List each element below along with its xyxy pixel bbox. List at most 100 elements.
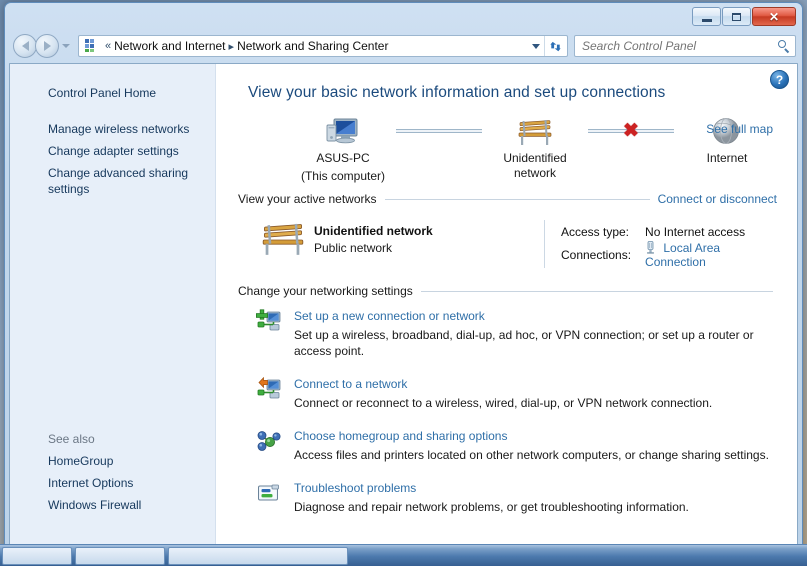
setting-item-body: Choose homegroup and sharing options Acc… (294, 427, 781, 463)
breadcrumb-item-network-and-internet[interactable]: Network and Internet (114, 39, 225, 53)
active-network-text: Unidentified network Public network (314, 218, 433, 255)
access-type-value: No Internet access (645, 225, 746, 239)
back-arrow-icon (21, 41, 29, 51)
taskbar-button[interactable] (75, 546, 165, 565)
see-full-map-link[interactable]: See full map (706, 122, 773, 136)
setting-item-title[interactable]: Set up a new connection or network (294, 308, 485, 324)
window-body: Control Panel Home Manage wireless netwo… (9, 63, 798, 556)
map-link-network-to-internet: ✖ (588, 114, 674, 148)
sidebar-item-internet-options[interactable]: Internet Options (10, 472, 215, 494)
recent-pages-chevron-down-icon[interactable] (62, 44, 70, 48)
active-networks-header: View your active networks Connect or dis… (238, 192, 781, 206)
networking-settings-header: Change your networking settings (238, 284, 781, 298)
sidebar-item-windows-firewall[interactable]: Windows Firewall (10, 494, 215, 516)
setting-item-homegroup-sharing[interactable]: Choose homegroup and sharing options Acc… (256, 427, 781, 463)
connection-line-icon (396, 129, 482, 133)
taskbar (0, 544, 807, 566)
setting-item-body: Connect to a network Connect or reconnec… (294, 375, 781, 411)
chevron-down-icon (532, 43, 540, 49)
connect-or-disconnect-link[interactable]: Connect or disconnect (658, 192, 781, 206)
access-type-label: Access type: (560, 225, 630, 239)
setting-item-title[interactable]: Choose homegroup and sharing options (294, 428, 507, 444)
setting-item-body: Troubleshoot problems Diagnose and repai… (294, 479, 781, 515)
taskbar-button[interactable] (2, 546, 72, 565)
active-network-name: Unidentified network (314, 224, 433, 238)
settings-list: Set up a new connection or network Set u… (238, 307, 781, 515)
map-node-label: ASUS-PC (316, 151, 370, 165)
search-input[interactable] (582, 39, 777, 53)
close-icon: ✕ (768, 9, 780, 24)
map-node-label: Internet (706, 151, 748, 165)
homegroup-icon (256, 427, 294, 463)
breadcrumb-separator-icon: ▸ (228, 40, 235, 53)
page-title: View your basic network information and … (248, 84, 666, 101)
setting-item-description: Diagnose and repair network problems, or… (294, 500, 689, 514)
minimize-button[interactable] (692, 7, 721, 26)
nav-arrows (13, 34, 70, 58)
active-network-details: Access type: No Internet access Connecti… (561, 218, 781, 270)
map-node-sublabel: (This computer) (300, 169, 386, 183)
setting-item-connect-to-network[interactable]: Connect to a network Connect or reconnec… (256, 375, 781, 411)
setting-item-body: Set up a new connection or network Set u… (294, 307, 781, 359)
connections-value: Local Area Connection (645, 240, 781, 270)
forward-button[interactable] (35, 34, 59, 58)
header-rule (420, 290, 773, 292)
broken-link-red-x-icon: ✖ (623, 120, 639, 142)
active-network-row: Unidentified network Public network Acce… (252, 218, 781, 270)
address-dropdown-button[interactable] (528, 36, 544, 56)
map-node-unidentified-network[interactable]: Unidentified network (482, 114, 588, 181)
lan-adapter-icon (645, 241, 656, 254)
setting-item-description: Connect or reconnect to a wireless, wire… (294, 396, 713, 410)
sidebar-item-change-advanced-sharing-settings[interactable]: Change advanced sharing settings (10, 162, 215, 200)
setting-item-troubleshoot-problems[interactable]: Troubleshoot problems Diagnose and repai… (256, 479, 781, 515)
networking-settings-heading: Change your networking settings (238, 284, 413, 298)
troubleshoot-icon (256, 479, 294, 515)
back-button[interactable] (13, 34, 37, 58)
taskbar-button[interactable] (168, 546, 348, 565)
search-box[interactable] (574, 35, 796, 57)
computer-icon (290, 114, 396, 148)
local-area-connection-link[interactable]: Local Area Connection (645, 241, 720, 269)
sidebar: Control Panel Home Manage wireless netwo… (10, 64, 216, 556)
setting-item-title[interactable]: Connect to a network (294, 376, 407, 392)
see-also-section: See also HomeGroup Internet Options Wind… (10, 430, 215, 516)
connect-network-icon (256, 375, 294, 411)
close-button[interactable]: ✕ (752, 7, 796, 26)
vertical-divider (544, 220, 545, 268)
map-link-computer-to-network (396, 114, 482, 148)
new-connection-icon (256, 307, 294, 359)
header-rule (384, 198, 650, 200)
setting-item-description: Access files and printers located on oth… (294, 448, 769, 462)
see-also-header: See also (48, 432, 95, 446)
active-networks-heading: View your active networks (238, 192, 377, 206)
sidebar-item-change-adapter-settings[interactable]: Change adapter settings (10, 140, 215, 162)
sidebar-item-homegroup[interactable]: HomeGroup (10, 450, 215, 472)
network-sharing-center-window: ✕ « Network and Internet ▸ Network and S… (4, 2, 803, 560)
sidebar-item-control-panel-home[interactable]: Control Panel Home (10, 82, 215, 104)
address-bar[interactable]: « Network and Internet ▸ Network and Sha… (78, 35, 568, 57)
sidebar-item-manage-wireless-networks[interactable]: Manage wireless networks (10, 118, 215, 140)
bench-icon (252, 218, 314, 260)
setting-item-title[interactable]: Troubleshoot problems (294, 480, 416, 496)
breadcrumb-item-network-and-sharing-center[interactable]: Network and Sharing Center (237, 39, 388, 53)
search-icon (777, 39, 791, 54)
help-icon[interactable]: ? (770, 70, 789, 89)
bench-icon (482, 114, 588, 148)
active-network-type: Public network (314, 241, 393, 255)
active-network-identity[interactable]: Unidentified network Public network (252, 218, 544, 260)
refresh-button[interactable] (544, 36, 566, 56)
connections-row: Connections: Local Area Connection (561, 240, 781, 270)
forward-arrow-icon (43, 41, 51, 51)
window-controls: ✕ (692, 7, 796, 26)
maximize-button[interactable] (722, 7, 751, 26)
network-map: See full map ASUS-PC (This computer) Uni… (238, 114, 781, 186)
setting-item-description: Set up a wireless, broadband, dial-up, a… (294, 328, 754, 358)
connections-label: Connections: (560, 248, 632, 262)
navigation-bar: « Network and Internet ▸ Network and Sha… (5, 31, 802, 61)
refresh-icon (550, 41, 561, 51)
map-node-label: Unidentified network (503, 151, 567, 180)
map-node-this-computer[interactable]: ASUS-PC (This computer) (290, 114, 396, 184)
breadcrumb-overflow-icon[interactable]: « (105, 40, 111, 52)
setting-item-set-up-new-connection[interactable]: Set up a new connection or network Set u… (256, 307, 781, 359)
